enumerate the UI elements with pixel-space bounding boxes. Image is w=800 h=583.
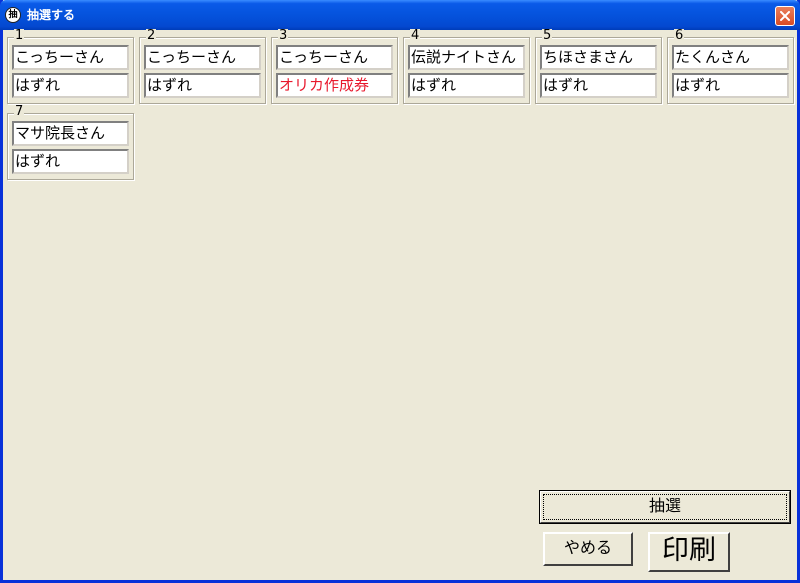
entry-group: 7 マサ院長さん はずれ: [7, 105, 134, 180]
entry-name-field[interactable]: こっちーさん: [276, 45, 393, 70]
entry-result-field[interactable]: はずれ: [12, 73, 129, 98]
entry-result-field-winner[interactable]: オリカ作成券: [276, 73, 393, 98]
entry-name-field[interactable]: ちほさまさん: [540, 45, 657, 70]
entry-name-field[interactable]: こっちーさん: [144, 45, 261, 70]
draw-button[interactable]: 抽選: [539, 490, 791, 524]
entry-number: 4: [410, 28, 421, 43]
entry-result-field[interactable]: はずれ: [408, 73, 525, 98]
window-title: 抽選する: [27, 8, 76, 22]
entry-number: 7: [14, 104, 25, 119]
entry-group: 1 こっちーさん はずれ: [7, 29, 134, 104]
entry-name-field[interactable]: 伝説ナイトさん: [408, 45, 525, 70]
close-button[interactable]: [775, 6, 795, 26]
close-icon: [780, 11, 790, 21]
entry-result-field[interactable]: はずれ: [672, 73, 789, 98]
entry-number: 5: [542, 28, 553, 43]
entry-group: 2 こっちーさん はずれ: [139, 29, 266, 104]
entry-number: 6: [674, 28, 685, 43]
print-button[interactable]: 印刷: [648, 532, 730, 572]
app-icon: 抽: [5, 7, 21, 23]
entry-name-field[interactable]: たくんさん: [672, 45, 789, 70]
entry-result-field[interactable]: はずれ: [144, 73, 261, 98]
entry-group: 4 伝説ナイトさん はずれ: [403, 29, 530, 104]
entry-number: 2: [146, 28, 157, 43]
entry-number: 3: [278, 28, 289, 43]
entry-number: 1: [14, 28, 25, 43]
cancel-button[interactable]: やめる: [543, 532, 633, 566]
lottery-window: 抽 抽選する 1 こっちーさん はずれ 2 こっちーさん はずれ 3 こっちーさ…: [0, 0, 800, 583]
entry-name-field[interactable]: マサ院長さん: [12, 121, 129, 146]
entry-group: 5 ちほさまさん はずれ: [535, 29, 662, 104]
entry-result-field[interactable]: はずれ: [540, 73, 657, 98]
entry-group: 3 こっちーさん オリカ作成券: [271, 29, 398, 104]
entry-result-field[interactable]: はずれ: [12, 149, 129, 174]
entry-name-field[interactable]: こっちーさん: [12, 45, 129, 70]
entry-group: 6 たくんさん はずれ: [667, 29, 794, 104]
title-bar[interactable]: 抽 抽選する: [0, 0, 800, 30]
